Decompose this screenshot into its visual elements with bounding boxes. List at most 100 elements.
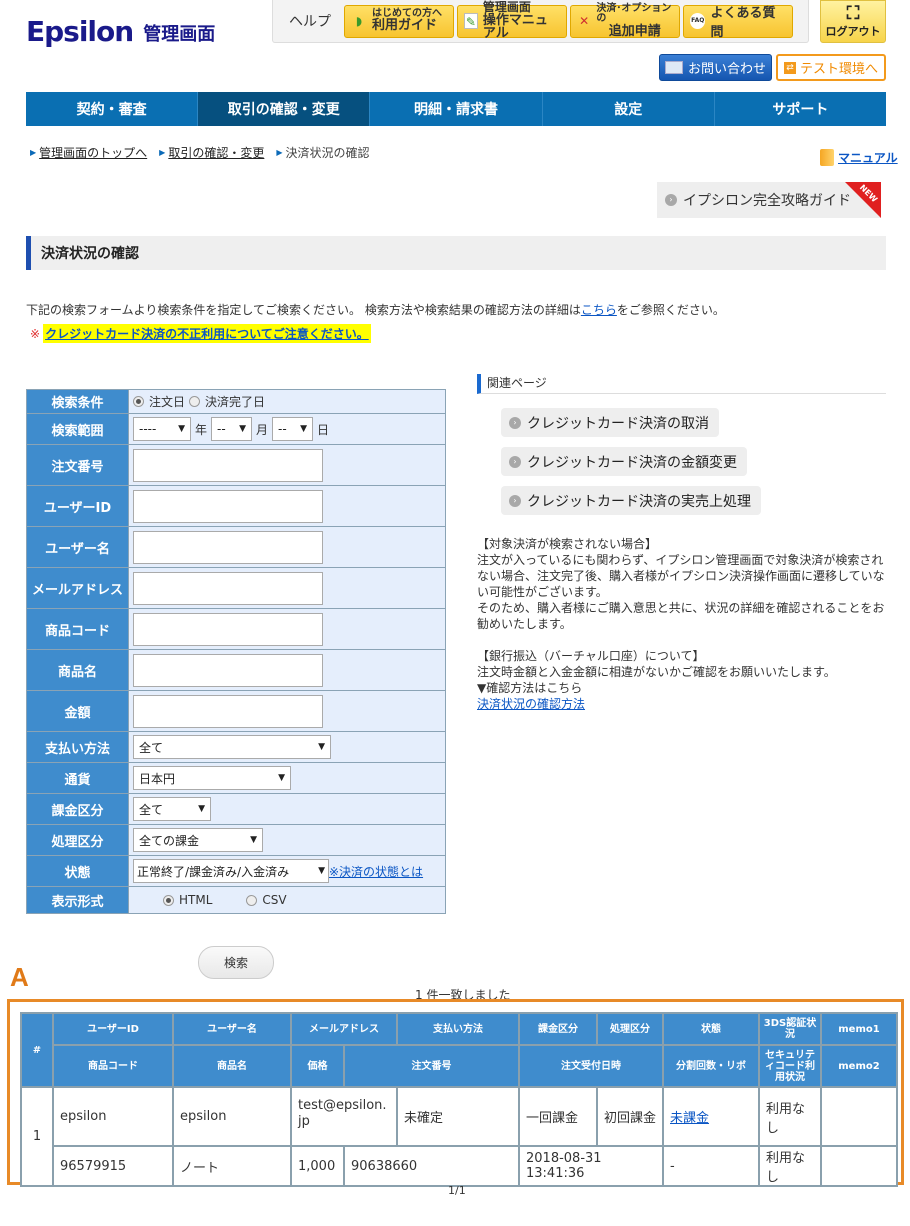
cell-email: test@epsilon.jp <box>290 1086 398 1147</box>
note-mark: ※ <box>30 326 41 341</box>
option-application-label: 追加申請 <box>608 23 661 39</box>
pager: 1/1 <box>448 1184 466 1197</box>
col-process-type: 処理区分 <box>596 1012 664 1046</box>
radio-csv[interactable] <box>246 894 258 906</box>
status-label: 状態 <box>26 855 129 887</box>
radio-html[interactable] <box>163 894 174 906</box>
dropdown-arrow-icon: ▼ <box>318 742 325 752</box>
product-code-input[interactable] <box>133 612 323 646</box>
cell-user-name: epsilon <box>172 1086 292 1147</box>
usage-guide-button[interactable]: ◗ はじめての方へ 利用ガイド <box>344 4 454 38</box>
related-cancel-link[interactable]: › クレジットカード決済の取消 <box>501 408 719 437</box>
not-found-title: 【対象決済が検索されない場合】 <box>477 537 658 551</box>
circle-arrow-icon: › <box>665 194 677 206</box>
year-select[interactable]: ---- ▼ <box>133 417 191 441</box>
contact-button[interactable]: お問い合わせ <box>659 54 772 81</box>
user-id-input[interactable] <box>133 489 323 523</box>
process-type-value: 全ての課金 <box>139 833 200 848</box>
cell-security-code: 利用なし <box>758 1145 822 1187</box>
dropdown-arrow-icon: ▼ <box>278 773 285 783</box>
logo-subtitle: 管理画面 <box>143 24 216 45</box>
tools-icon: ✕ <box>579 14 590 28</box>
faq-button[interactable]: FAQ よくある質問 <box>683 4 793 40</box>
logo-wordmark: Epsilon <box>26 15 134 48</box>
test-environment-button[interactable]: ⇄ テスト環境へ <box>776 54 886 81</box>
order-number-input[interactable] <box>133 448 323 482</box>
option-application-button[interactable]: ✕ 決済･オプションの 追加申請 <box>570 3 680 39</box>
day-select[interactable]: -- ▼ <box>272 417 314 441</box>
billing-type-select[interactable]: 全て ▼ <box>133 797 211 821</box>
search-button[interactable]: 検索 <box>198 946 274 979</box>
cell-product-code: 96579915 <box>52 1145 174 1187</box>
bank-title: 【銀行振込（バーチャル口座）について】 <box>477 649 705 663</box>
cell-status-link[interactable]: 未課金 <box>670 1111 709 1126</box>
status-select[interactable]: 正常終了/課金済み/入金済み ▼ <box>133 859 329 883</box>
nav-contract-review[interactable]: 契約・審査 <box>26 92 199 126</box>
col-billing-type: 課金区分 <box>518 1012 598 1046</box>
col-memo1: memo1 <box>820 1012 898 1046</box>
col-memo2: memo2 <box>820 1044 898 1088</box>
email-label: メールアドレス <box>26 567 129 609</box>
nav-statements-invoices[interactable]: 明細・請求書 <box>370 92 543 126</box>
product-code-label: 商品コード <box>26 608 129 650</box>
day-unit: 日 <box>317 422 330 437</box>
bank-pointer: ▼確認方法はこちら <box>477 681 583 695</box>
col-order-datetime: 注文受付日時 <box>518 1044 664 1088</box>
col-order-number: 注文番号 <box>343 1044 520 1088</box>
radio-settlement-date[interactable] <box>189 396 201 407</box>
col-installments: 分割回数・リボ <box>662 1044 760 1088</box>
user-id-label: ユーザーID <box>26 485 129 527</box>
user-name-input[interactable] <box>133 530 323 564</box>
currency-select[interactable]: 日本円 ▼ <box>133 766 291 790</box>
usage-guide-label: 利用ガイド <box>372 18 438 34</box>
nav-support[interactable]: サポート <box>715 92 886 126</box>
process-type-select[interactable]: 全ての課金 ▼ <box>133 828 263 852</box>
table-row: 96579915 ノート 1,000 90638660 2018-08-31 1… <box>21 1145 898 1187</box>
amount-label: 金額 <box>26 690 129 732</box>
fraud-warning: ※ クレジットカード決済の不正利用についてご注意ください。 <box>30 324 371 343</box>
payment-method-label: 支払い方法 <box>26 731 129 763</box>
nav-transactions[interactable]: 取引の確認・変更 <box>198 92 371 126</box>
month-select[interactable]: -- ▼ <box>211 417 253 441</box>
manual-book-icon <box>820 149 834 166</box>
col-status: 状態 <box>662 1012 760 1046</box>
status-help-link[interactable]: ※決済の状態とは <box>329 863 423 880</box>
radio-settlement-date-label: 決済完了日 <box>205 395 266 409</box>
results-table: # ユーザーID ユーザー名 メールアドレス 支払い方法 課金区分 処理区分 状… <box>20 1012 898 1187</box>
help-label: ヘルプ <box>289 14 331 30</box>
billing-type-value: 全て <box>139 802 164 817</box>
operation-manual-button[interactable]: ✎ 管理画面 操作マニュアル <box>457 1 567 41</box>
day-value: -- <box>278 422 287 436</box>
confirmation-method-link[interactable]: 決済状況の確認方法 <box>477 697 585 711</box>
related-sales-process-link[interactable]: › クレジットカード決済の実売上処理 <box>501 486 761 515</box>
beginner-mark-icon: ◗ <box>355 14 363 28</box>
help-bar: ヘルプ ◗ はじめての方へ 利用ガイド ✎ 管理画面 操作マニュアル ✕ 決済･オプ… <box>272 0 809 43</box>
related-amount-change-link[interactable]: › クレジットカード決済の金額変更 <box>501 447 747 476</box>
epsilon-logo[interactable]: Epsilon 管理画面 <box>26 14 215 46</box>
manual-link[interactable]: マニュアル <box>838 149 898 166</box>
logout-button[interactable]: ⛶ ログアウト <box>820 0 886 43</box>
cell-installments: - <box>662 1145 760 1187</box>
col-user-name: ユーザー名 <box>172 1012 292 1046</box>
nav-settings[interactable]: 設定 <box>543 92 715 126</box>
col-email: メールアドレス <box>290 1012 398 1046</box>
help-here-link[interactable]: こちら <box>581 303 617 317</box>
breadcrumb-top-link[interactable]: 管理画面のトップへ <box>39 144 147 161</box>
amount-input[interactable] <box>133 694 323 728</box>
fraud-warning-link[interactable]: クレジットカード決済の不正利用についてご注意ください。 <box>43 324 371 343</box>
dropdown-arrow-icon: ▼ <box>318 866 325 876</box>
radio-order-date[interactable] <box>133 396 144 407</box>
intro-text: 下記の検索フォームより検索条件を指定してご検索ください。 検索方法や検索結果の確… <box>26 301 725 318</box>
breadcrumb-transactions-link[interactable]: 取引の確認・変更 <box>168 144 264 161</box>
product-name-input[interactable] <box>133 653 323 687</box>
col-product-name: 商品名 <box>172 1044 292 1088</box>
col-user-id: ユーザーID <box>52 1012 174 1046</box>
email-input[interactable] <box>133 571 323 605</box>
envelope-icon <box>664 61 683 74</box>
breadcrumb: ▶ 管理画面のトップへ ▶ 取引の確認・変更 ▶ 決済状況の確認 <box>30 144 370 161</box>
dropdown-arrow-icon: ▼ <box>239 424 247 434</box>
complete-guide-banner[interactable]: › イプシロン完全攻略ガイド NEW <box>657 182 881 218</box>
status-value: 正常終了/課金済み/入金済み <box>137 864 290 879</box>
payment-method-select[interactable]: 全て ▼ <box>133 735 331 759</box>
dropdown-arrow-icon: ▼ <box>250 835 257 845</box>
